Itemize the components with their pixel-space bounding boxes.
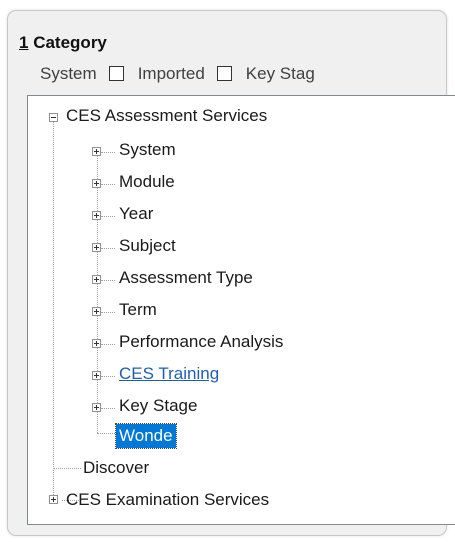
expand-icon[interactable]	[92, 243, 101, 252]
heading-mnemonic: 1	[19, 33, 29, 52]
tree-node-discover[interactable]: Discover	[83, 456, 149, 480]
filter-imported-checkbox[interactable]	[216, 66, 232, 82]
tree-node-wonde[interactable]: Wonde	[115, 423, 177, 449]
tree-node-term[interactable]: Term	[119, 298, 157, 322]
filter-system-checkbox[interactable]	[108, 66, 124, 82]
expand-icon[interactable]	[92, 403, 101, 412]
expand-icon[interactable]	[92, 275, 101, 284]
filter-keystage-label: Key Stag	[245, 63, 315, 83]
collapse-icon[interactable]	[49, 113, 58, 122]
tree-node-system[interactable]: System	[119, 138, 176, 162]
tree-node-module[interactable]: Module	[119, 170, 175, 194]
expand-icon[interactable]	[92, 179, 101, 188]
filter-imported-label: Imported	[137, 63, 205, 83]
expand-icon[interactable]	[92, 147, 101, 156]
expand-icon[interactable]	[92, 339, 101, 348]
tree-node-ces-training[interactable]: CES Training	[119, 362, 219, 386]
tree-node-ces-examination-services[interactable]: CES Examination Services	[66, 488, 269, 512]
tree-node-assessment-type[interactable]: Assessment Type	[119, 266, 253, 290]
filter-row: System Imported Key Stag	[40, 63, 315, 84]
tree-node-key-stage[interactable]: Key Stage	[119, 394, 197, 418]
heading-text: Category	[33, 33, 107, 52]
expand-icon[interactable]	[92, 371, 101, 380]
category-heading: 1 Category	[19, 33, 107, 53]
tree-node-subject[interactable]: Subject	[119, 234, 176, 258]
expand-icon[interactable]	[49, 495, 58, 504]
filter-system-label: System	[40, 63, 97, 83]
tree-node-ces-assessment-services[interactable]: CES Assessment Services	[66, 104, 267, 128]
expand-icon[interactable]	[92, 307, 101, 316]
category-tree[interactable]: CES Assessment Services System Module Ye…	[27, 95, 455, 525]
tree-node-performance-analysis[interactable]: Performance Analysis	[119, 330, 283, 354]
expand-icon[interactable]	[92, 211, 101, 220]
tree-node-year[interactable]: Year	[119, 202, 153, 226]
